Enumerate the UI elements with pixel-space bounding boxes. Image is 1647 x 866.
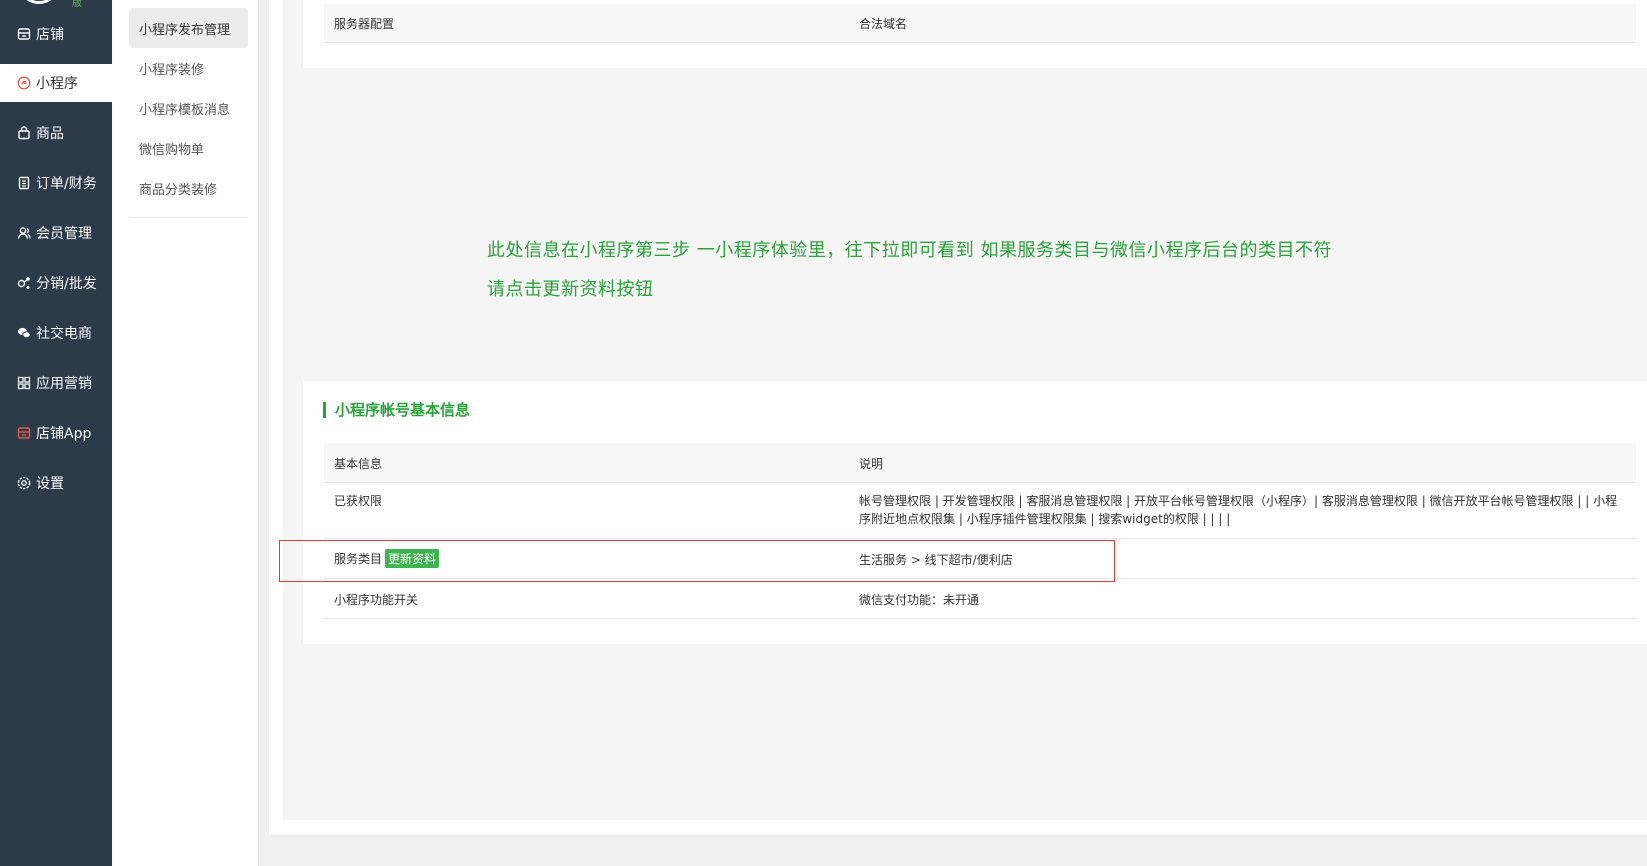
sidebar-item-miniprogram[interactable]: 小程序 <box>0 64 112 102</box>
gear-icon <box>17 476 31 490</box>
submenu-item-publish[interactable]: 小程序发布管理 <box>129 8 248 48</box>
logo-tag: 版 <box>72 0 82 9</box>
permissions-label: 已获权限 <box>334 494 383 508</box>
server-config-label: 服务器配置 <box>334 17 395 31</box>
share-icon <box>17 276 31 290</box>
service-category-value: 生活服务 > 线下超市/便利店 <box>859 553 1013 567</box>
sidebar-item-label: 应用营销 <box>36 376 92 392</box>
sidebar-item-label: 分销/批发 <box>36 276 97 292</box>
service-category-cell: 服务类目 更新资料 <box>334 549 440 568</box>
table-row-service-category: 服务类目 更新资料 生活服务 > 线下超市/便利店 <box>324 539 1636 579</box>
table-row-permissions: 已获权限 帐号管理权限 | 开发管理权限 | 客服消息管理权限 | 开放平台帐号… <box>324 483 1636 539</box>
header-description: 说明 <box>859 457 884 471</box>
bag-icon <box>17 126 31 140</box>
chat-icon <box>17 326 31 340</box>
sidebar-item-label: 小程序 <box>36 76 78 92</box>
submenu-item-category-decoration[interactable]: 商品分类装修 <box>129 168 248 208</box>
store-icon <box>17 27 31 41</box>
header-basic-info: 基本信息 <box>334 457 383 471</box>
account-info-title: 小程序帐号基本信息 <box>323 399 470 420</box>
account-info-header: 基本信息 说明 <box>324 443 1636 483</box>
instruction-note-line2: 请点击更新资料按钮 <box>487 279 654 300</box>
app-store-icon <box>17 426 31 440</box>
sidebar-item-label: 店铺 <box>36 27 64 43</box>
sidebar-item-distribution[interactable]: 分销/批发 <box>0 264 112 302</box>
members-icon <box>17 226 31 240</box>
service-category-label: 服务类目 <box>334 552 383 566</box>
legal-domain-label: 合法域名 <box>859 17 908 31</box>
sidebar-item-label: 设置 <box>36 476 64 492</box>
feature-switch-label: 小程序功能开关 <box>334 593 419 607</box>
table-row-feature-switch: 小程序功能开关 微信支付功能：未开通 <box>324 579 1636 619</box>
feature-switch-value: 微信支付功能：未开通 <box>859 593 980 607</box>
sidebar-item-store[interactable]: 店铺 <box>0 15 112 53</box>
submenu-item-template-message[interactable]: 小程序模板消息 <box>129 88 248 128</box>
submenu-divider <box>129 217 248 218</box>
permissions-value: 帐号管理权限 | 开发管理权限 | 客服消息管理权限 | 开放平台帐号管理权限（… <box>859 494 1618 526</box>
title-accent-bar <box>323 401 326 418</box>
sidebar-item-label: 会员管理 <box>36 226 92 242</box>
submenu-item-decoration[interactable]: 小程序装修 <box>129 48 248 88</box>
main-sidebar: 版 店铺 小程序 商品 订单/财务 会员管理 分销/批发 社交电商 应用营销 店… <box>0 0 112 866</box>
sidebar-item-label: 商品 <box>36 126 64 142</box>
server-config-header: 服务器配置 合法域名 <box>324 4 1636 43</box>
sidebar-item-orders[interactable]: 订单/财务 <box>0 164 112 202</box>
sidebar-item-social-commerce[interactable]: 社交电商 <box>0 314 112 352</box>
miniprogram-icon <box>17 76 31 90</box>
logo <box>22 0 56 4</box>
sidebar-item-store-app[interactable]: 店铺App <box>0 414 112 452</box>
sidebar-item-members[interactable]: 会员管理 <box>0 214 112 252</box>
clipboard-icon <box>17 176 31 190</box>
sidebar-item-settings[interactable]: 设置 <box>0 464 112 502</box>
sidebar-item-label: 订单/财务 <box>36 176 97 192</box>
sidebar-item-label: 社交电商 <box>36 326 92 342</box>
apps-icon <box>17 376 31 390</box>
sidebar-item-products[interactable]: 商品 <box>0 114 112 152</box>
sidebar-item-label: 店铺App <box>36 426 92 442</box>
account-info-title-text: 小程序帐号基本信息 <box>335 401 471 419</box>
update-info-button[interactable]: 更新资料 <box>385 549 440 568</box>
sidebar-item-app-marketing[interactable]: 应用营销 <box>0 364 112 402</box>
submenu-panel: 小程序发布管理 小程序装修 小程序模板消息 微信购物单 商品分类装修 <box>112 0 259 866</box>
instruction-note-line1: 此处信息在小程序第三步 一小程序体验里，往下拉即可看到 如果服务类目与微信小程序… <box>487 240 1332 261</box>
submenu-item-wechat-shopping-list[interactable]: 微信购物单 <box>129 128 248 168</box>
